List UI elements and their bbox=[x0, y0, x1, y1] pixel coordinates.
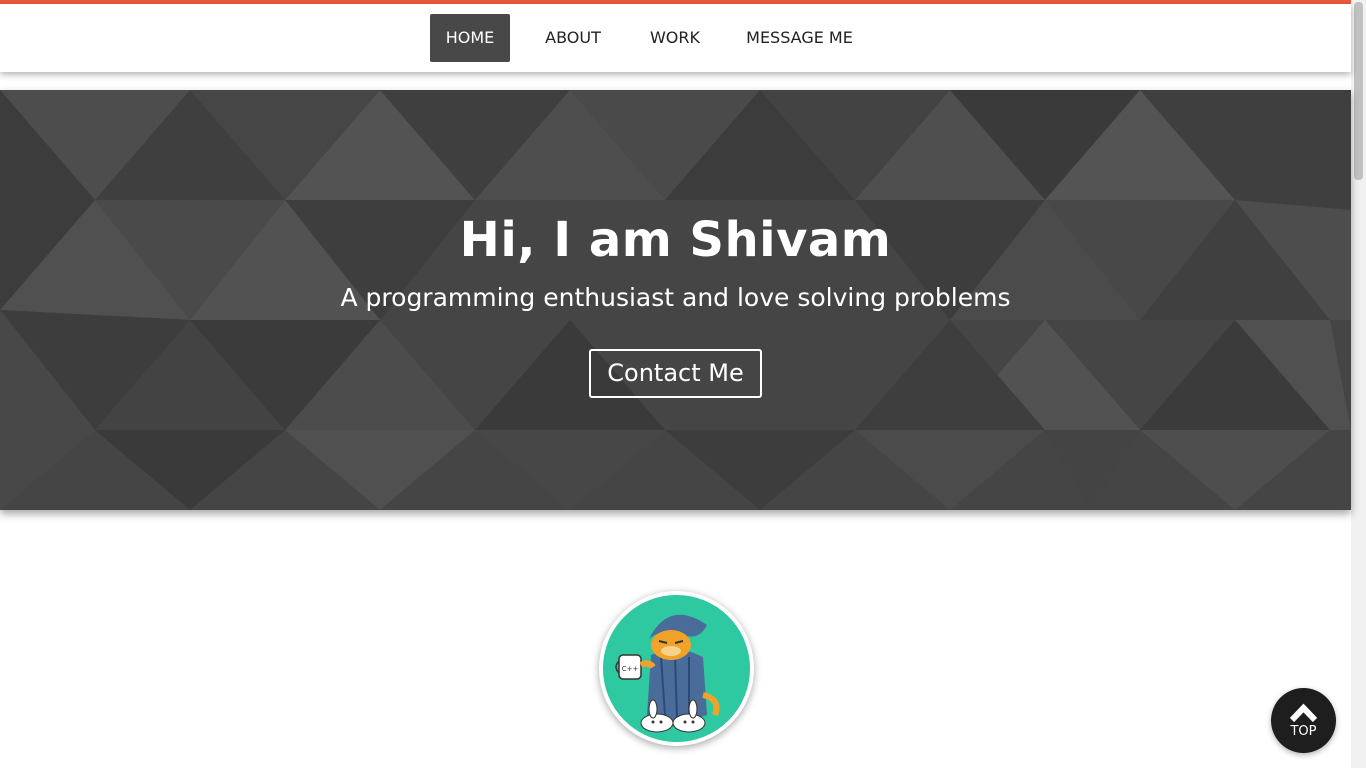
nav-item-home[interactable]: HOME bbox=[430, 14, 510, 62]
hero-section: Hi, I am Shivam A programming enthusiast… bbox=[0, 90, 1351, 510]
nav-item-message-me[interactable]: MESSAGE ME bbox=[736, 14, 863, 62]
chevron-up-icon bbox=[1289, 703, 1318, 722]
nav-item-about[interactable]: ABOUT bbox=[532, 14, 614, 62]
back-to-top-button[interactable]: TOP bbox=[1271, 688, 1336, 753]
vertical-scrollbar[interactable] bbox=[1351, 0, 1366, 768]
scrollbar-thumb[interactable] bbox=[1354, 2, 1363, 180]
nav-item-work[interactable]: WORK bbox=[636, 14, 714, 62]
profile-avatar: C++ bbox=[599, 591, 754, 746]
hero-subtitle: A programming enthusiast and love solvin… bbox=[340, 283, 1011, 312]
garfield-cartoon-icon: C++ bbox=[603, 595, 750, 742]
contact-me-button[interactable]: Contact Me bbox=[589, 349, 762, 398]
navbar: HOME ABOUT WORK MESSAGE ME bbox=[0, 4, 1351, 72]
mug-text: C++ bbox=[622, 665, 639, 673]
hero-title: Hi, I am Shivam bbox=[459, 212, 892, 268]
back-to-top-label: TOP bbox=[1290, 724, 1317, 739]
